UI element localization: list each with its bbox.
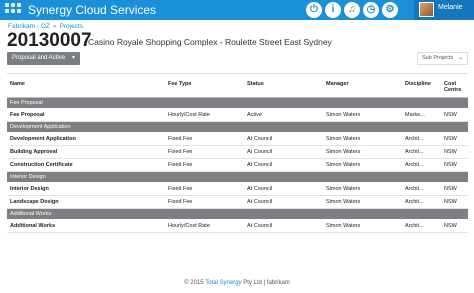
divider <box>7 73 468 74</box>
sub-projects-dropdown[interactable]: Sub Projects ⌄ <box>417 52 468 65</box>
cell-status: At Council <box>244 132 323 146</box>
cell-status: Active <box>244 108 323 122</box>
cell-fee-type: Fixed Fee <box>165 132 244 146</box>
group-row: Fee Proposal <box>7 97 468 109</box>
cell-status: At Council <box>244 158 323 172</box>
column-header-manager[interactable]: Manager <box>323 77 402 98</box>
table-row[interactable]: Fee Proposal Hourly/Cost Rate Active Sim… <box>7 108 468 122</box>
status-filter-label: Proposal and Active <box>12 55 66 61</box>
sub-projects-label: Sub Projects <box>422 55 454 61</box>
cell-cost-centre: NSW <box>441 182 468 196</box>
footer-company-link[interactable]: Total Synergy <box>205 280 241 286</box>
project-name: Casino Royale Shopping Complex - Roulett… <box>88 37 332 47</box>
table-row[interactable]: Interior Design Fixed Fee At Council Sim… <box>7 182 468 196</box>
column-header-cost-centre[interactable]: Cost Centre <box>441 77 468 98</box>
table-row[interactable]: Building Approval Fixed Fee At Council S… <box>7 145 468 159</box>
cell-discipline: Archit... <box>402 219 441 233</box>
user-name: Melanie <box>438 4 463 11</box>
cell-manager: Simon Waters <box>323 108 402 122</box>
cell-name[interactable]: Landscape Design <box>7 195 165 209</box>
table-row[interactable]: Landscape Design Fixed Fee At Council Si… <box>7 195 468 209</box>
user-menu[interactable]: Melanie <box>414 0 474 20</box>
power-icon[interactable]: ⏻ <box>306 2 322 18</box>
cell-name[interactable]: Building Approval <box>7 145 165 159</box>
column-header-discipline[interactable]: Discipline <box>402 77 441 98</box>
cell-name[interactable]: Development Application <box>7 132 165 146</box>
cell-status: At Council <box>244 182 323 196</box>
settings-icon[interactable]: ⚙ <box>382 2 398 18</box>
cell-discipline: Archit... <box>402 195 441 209</box>
cell-cost-centre: NSW <box>441 145 468 159</box>
cell-cost-centre: NSW <box>441 219 468 233</box>
cell-manager: Simon Waters <box>323 195 402 209</box>
app-logo-icon[interactable] <box>5 3 21 17</box>
cell-manager: Simon Waters <box>323 158 402 172</box>
table-row[interactable]: Construction Certificate Fixed Fee At Co… <box>7 158 468 172</box>
cell-name[interactable]: Interior Design <box>7 182 165 196</box>
group-row: Interior Design <box>7 171 468 183</box>
cell-cost-centre: NSW <box>441 132 468 146</box>
app-title: Synergy Cloud Services <box>28 3 157 17</box>
group-label: Fee Proposal <box>7 97 468 109</box>
cell-manager: Simon Waters <box>323 132 402 146</box>
bell-icon[interactable]: ♫ <box>344 2 360 18</box>
cell-fee-type: Fixed Fee <box>165 195 244 209</box>
group-label: Development Application <box>7 121 468 133</box>
cell-discipline: Archit... <box>402 132 441 146</box>
cell-fee-type: Hourly/Cost Rate <box>165 108 244 122</box>
breadcrumb-item-projects[interactable]: Projects <box>60 23 83 30</box>
info-icon[interactable]: i <box>325 2 341 18</box>
breadcrumb-separator: » <box>52 23 57 30</box>
cell-fee-type: Hourly/Cost Rate <box>165 219 244 233</box>
table-row[interactable]: Development Application Fixed Fee At Cou… <box>7 132 468 146</box>
top-bar: Synergy Cloud Services ⏻ i ♫ ◷ ⚙ Melanie <box>0 0 474 20</box>
stages-table: Name Fee Type Status Manager Discipline … <box>7 77 468 233</box>
avatar <box>419 2 434 17</box>
chevron-down-icon: ⌄ <box>458 55 463 61</box>
breadcrumb: Fabrikam - OZ» Projects <box>8 23 83 30</box>
footer-copyright: © 2015 <box>184 280 206 286</box>
cell-manager: Simon Waters <box>323 182 402 196</box>
cell-discipline: Marke... <box>402 108 441 122</box>
cell-name[interactable]: Additional Works <box>7 219 165 233</box>
breadcrumb-item-organisation[interactable]: Fabrikam - OZ <box>8 23 50 30</box>
column-header-fee-type[interactable]: Fee Type <box>165 77 244 98</box>
cell-discipline: Archit... <box>402 145 441 159</box>
cell-status: At Council <box>244 145 323 159</box>
cell-cost-centre: NSW <box>441 108 468 122</box>
group-row: Additional Works <box>7 208 468 220</box>
project-code: 20130007 <box>7 30 92 51</box>
cell-fee-type: Fixed Fee <box>165 158 244 172</box>
footer: © 2015 Total Synergy Pty Ltd | fabrikam <box>0 280 474 286</box>
table-row[interactable]: Additional Works Hourly/Cost Rate At Cou… <box>7 219 468 233</box>
cell-manager: Simon Waters <box>323 219 402 233</box>
cell-discipline: Archit... <box>402 182 441 196</box>
cell-status: At Council <box>244 195 323 209</box>
group-label: Interior Design <box>7 171 468 183</box>
cell-name[interactable]: Fee Proposal <box>7 108 165 122</box>
column-header-name[interactable]: Name <box>7 77 165 98</box>
cell-manager: Simon Waters <box>323 145 402 159</box>
cell-status: At Council <box>244 219 323 233</box>
footer-suffix: Pty Ltd | fabrikam <box>241 280 290 286</box>
chevron-down-icon: ▾ <box>71 55 75 61</box>
status-filter-button[interactable]: Proposal and Active ▾ <box>7 52 80 65</box>
clock-icon[interactable]: ◷ <box>363 2 379 18</box>
column-header-status[interactable]: Status <box>244 77 323 98</box>
cell-fee-type: Fixed Fee <box>165 182 244 196</box>
group-row: Development Application <box>7 121 468 133</box>
cell-fee-type: Fixed Fee <box>165 145 244 159</box>
cell-discipline: Archit... <box>402 158 441 172</box>
cell-name[interactable]: Construction Certificate <box>7 158 165 172</box>
table-header-row: Name Fee Type Status Manager Discipline … <box>7 77 468 98</box>
group-label: Additional Works <box>7 208 468 220</box>
cell-cost-centre: NSW <box>441 195 468 209</box>
cell-cost-centre: NSW <box>441 158 468 172</box>
